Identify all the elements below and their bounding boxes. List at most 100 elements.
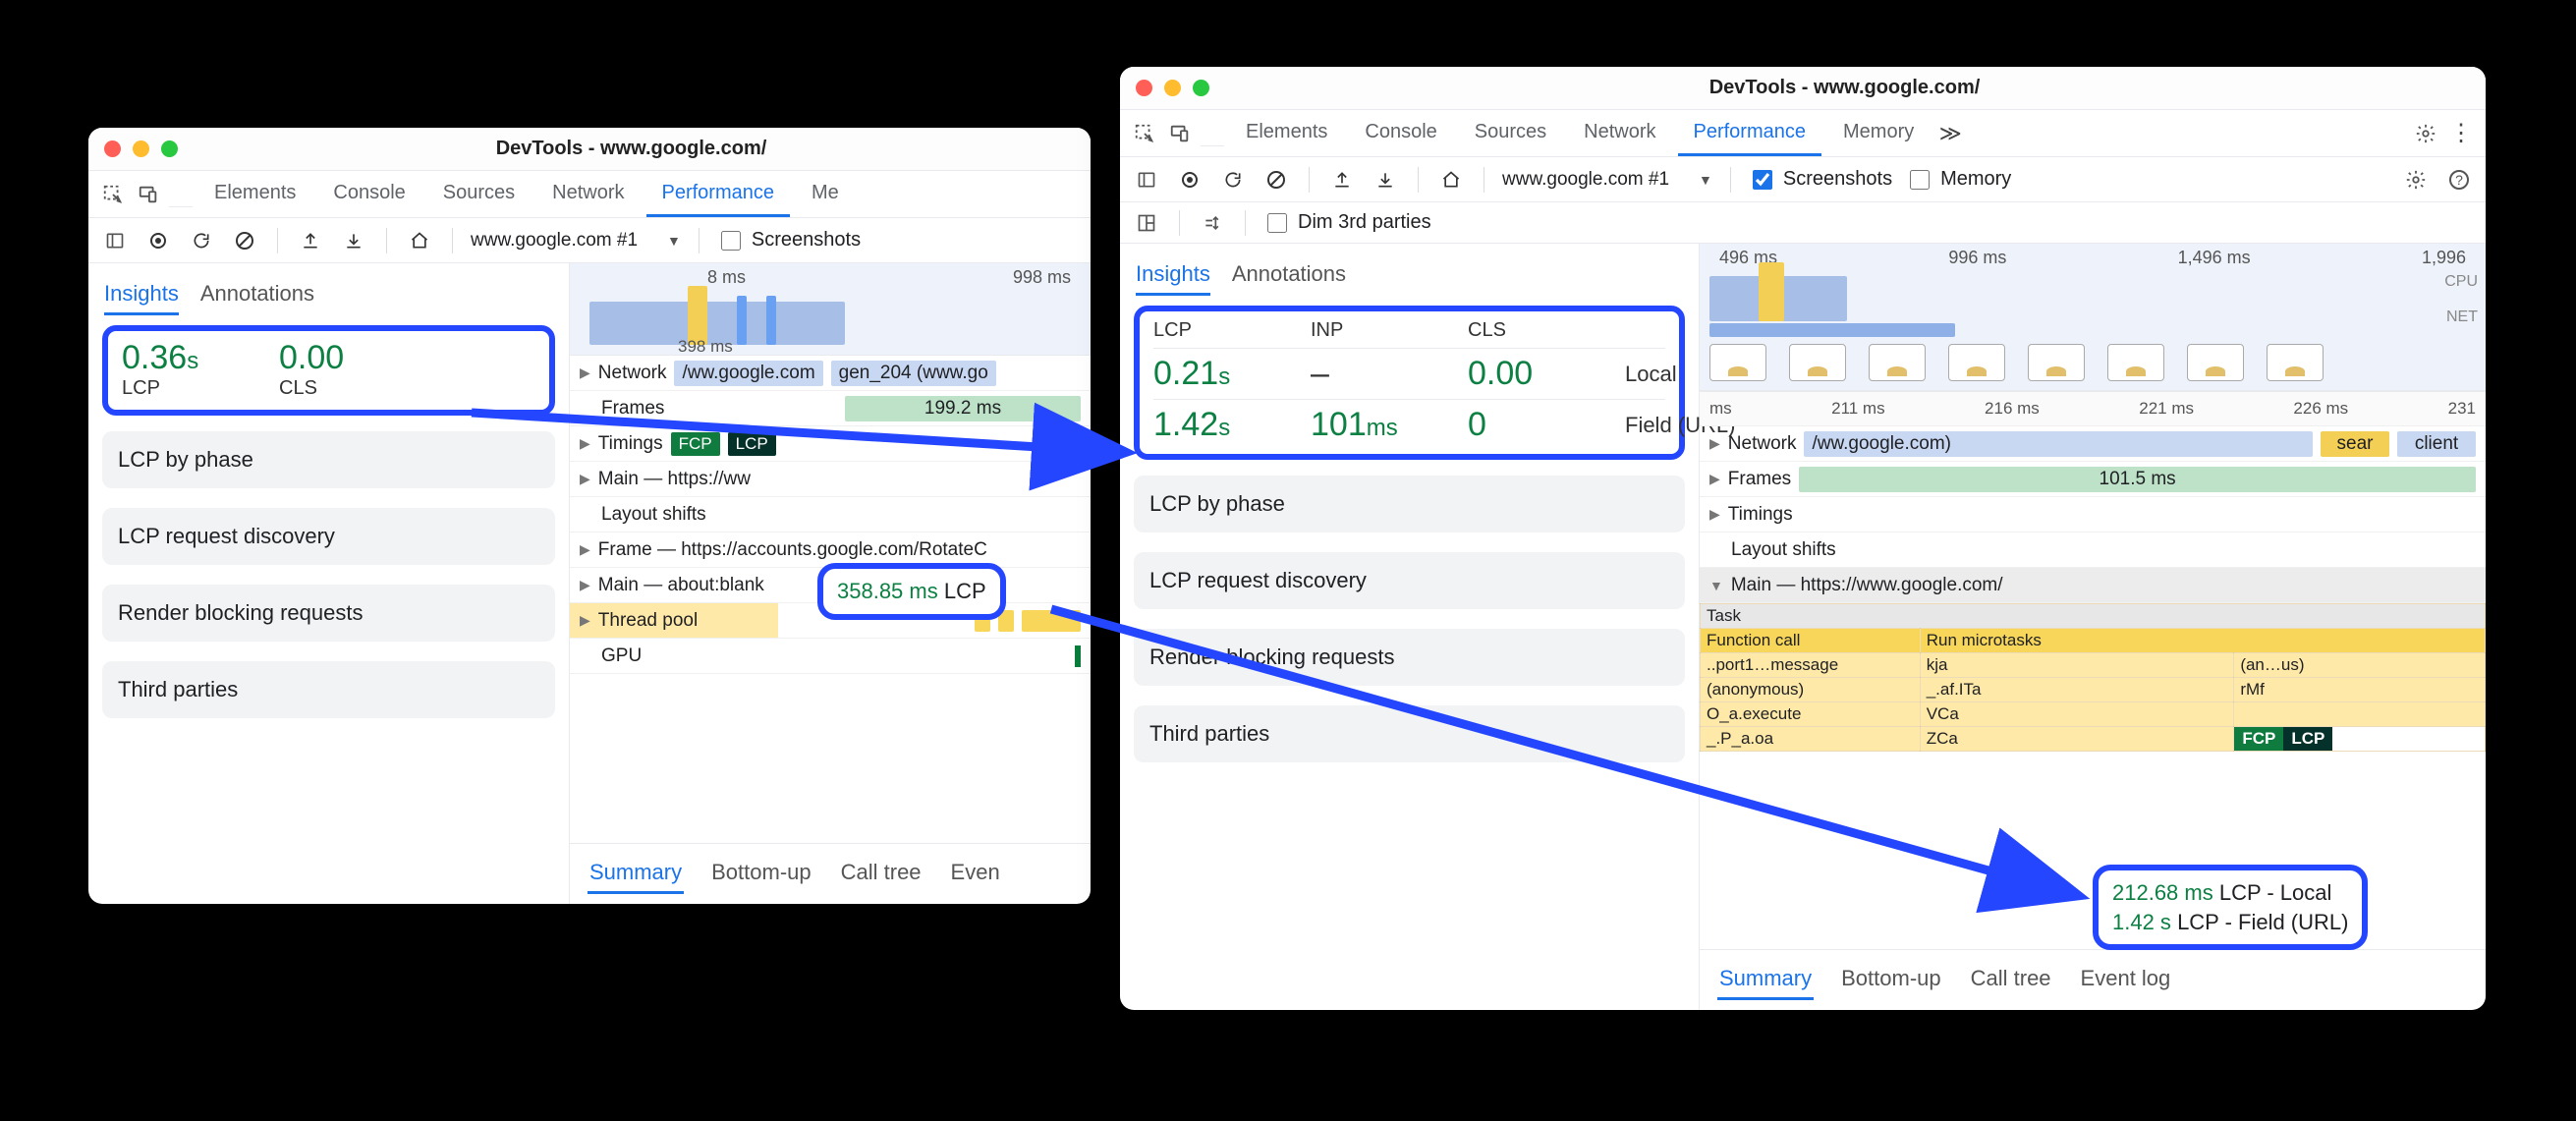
inspect-icon[interactable] (98, 180, 128, 209)
screenshots-checkbox-input[interactable] (1753, 170, 1772, 190)
device-toggle-icon[interactable] (134, 180, 163, 209)
recording-select[interactable]: www.google.com #1 ▼ (1502, 169, 1712, 191)
bottom-tab-event-log-truncated[interactable]: Even (949, 854, 1002, 894)
sidebar-tab-annotations[interactable]: Annotations (200, 275, 314, 315)
track-gpu[interactable]: GPU (570, 639, 1091, 674)
device-toggle-icon[interactable] (1165, 119, 1195, 148)
screenshots-checkbox[interactable]: Screenshots (1749, 167, 1892, 193)
insight-render-blocking[interactable]: Render blocking requests (102, 585, 555, 642)
recording-select[interactable]: www.google.com #1 ▼ (471, 230, 681, 252)
dim-3rd-parties-input[interactable] (1267, 213, 1287, 233)
tab-network[interactable]: Network (1568, 111, 1671, 156)
reload-record-icon[interactable] (1218, 165, 1248, 195)
insight-lcp-request-discovery[interactable]: LCP request discovery (102, 508, 555, 565)
screenshot-filmstrip[interactable] (1709, 334, 2476, 386)
tab-more-truncated[interactable]: Me (796, 172, 855, 217)
insight-third-parties[interactable]: Third parties (102, 661, 555, 718)
tab-console[interactable]: Console (317, 172, 420, 217)
tab-sources[interactable]: Sources (427, 172, 531, 217)
bottom-tab-bottom-up[interactable]: Bottom-up (1839, 960, 1943, 1000)
disclosure-down-icon[interactable]: ▼ (1709, 578, 1723, 593)
zoom-icon[interactable] (161, 140, 178, 157)
record-icon[interactable] (1175, 165, 1204, 195)
screenshot-thumb[interactable] (2267, 344, 2324, 381)
download-icon[interactable] (1371, 165, 1400, 195)
tab-console[interactable]: Console (1349, 111, 1452, 156)
network-item[interactable]: /ww.google.com) (1804, 431, 2313, 457)
screenshots-checkbox-input[interactable] (721, 231, 741, 251)
track-layout-shifts[interactable]: Layout shifts (1700, 532, 2486, 568)
home-icon[interactable] (1436, 165, 1466, 195)
help-icon[interactable]: ? (2444, 165, 2474, 195)
sidebar-tab-annotations[interactable]: Annotations (1232, 255, 1346, 296)
disclosure-icon[interactable]: ▶ (580, 612, 590, 629)
disclosure-icon[interactable]: ▶ (580, 577, 590, 593)
detail-ruler[interactable]: ms 211 ms 216 ms 221 ms 226 ms 231 (1700, 391, 2486, 426)
upload-icon[interactable] (296, 226, 325, 255)
minimize-icon[interactable] (133, 140, 149, 157)
track-network[interactable]: ▶ Network /ww.google.com) sear client (1700, 426, 2486, 462)
tab-elements[interactable]: Elements (198, 172, 311, 217)
tab-sources[interactable]: Sources (1459, 111, 1562, 156)
network-item[interactable]: client (2397, 431, 2476, 457)
screenshots-checkbox[interactable]: Screenshots (717, 228, 861, 253)
download-icon[interactable] (339, 226, 368, 255)
gear-icon[interactable] (2401, 165, 2431, 195)
screenshot-thumb[interactable] (1709, 344, 1766, 381)
track-network[interactable]: ▶ Network /ww.google.com gen_204 (www.go (570, 356, 1091, 391)
flame-cell[interactable]: (an…us) (2234, 653, 2486, 678)
memory-checkbox-input[interactable] (1910, 170, 1930, 190)
bottom-tab-summary[interactable]: Summary (1717, 960, 1814, 1000)
flame-cell[interactable] (2234, 702, 2486, 727)
tab-memory[interactable]: Memory (1827, 111, 1930, 156)
shrink-icon[interactable] (1198, 208, 1227, 238)
sidebar-tab-insights[interactable]: Insights (104, 275, 179, 315)
track-timings[interactable]: ▶ Timings (1700, 497, 2486, 532)
network-item[interactable]: sear (2321, 431, 2389, 457)
kebab-icon[interactable]: ⋮ (2446, 119, 2476, 148)
clear-icon[interactable] (230, 226, 259, 255)
dim-3rd-parties-checkbox[interactable]: Dim 3rd parties (1263, 210, 1431, 236)
track-main[interactable]: ▼ Main — https://www.google.com/ (1700, 568, 2486, 603)
track-frames[interactable]: ▶ Frames 101.5 ms (1700, 462, 2486, 497)
more-tabs-icon[interactable]: ≫ (1935, 119, 1965, 148)
tab-performance[interactable]: Performance (646, 172, 791, 217)
disclosure-icon[interactable]: ▶ (1709, 506, 1720, 523)
tab-performance[interactable]: Performance (1678, 111, 1822, 156)
screenshot-thumb[interactable] (2187, 344, 2244, 381)
bottom-tab-summary[interactable]: Summary (588, 854, 684, 894)
close-icon[interactable] (1136, 80, 1152, 96)
treemap-icon[interactable] (1132, 208, 1161, 238)
screenshot-thumb[interactable] (1869, 344, 1926, 381)
flame-cell[interactable]: rMf (2234, 678, 2486, 702)
bottom-tab-bottom-up[interactable]: Bottom-up (709, 854, 813, 894)
insight-lcp-by-phase[interactable]: LCP by phase (1134, 476, 1685, 532)
clear-icon[interactable] (1261, 165, 1291, 195)
network-item[interactable]: /ww.google.com (674, 361, 822, 386)
zoom-icon[interactable] (1193, 80, 1209, 96)
home-icon[interactable] (405, 226, 434, 255)
tab-network[interactable]: Network (536, 172, 640, 217)
bottom-tab-call-tree[interactable]: Call tree (839, 854, 924, 894)
inspect-icon[interactable] (1130, 119, 1159, 148)
disclosure-icon[interactable]: ▶ (580, 364, 590, 381)
upload-icon[interactable] (1327, 165, 1357, 195)
network-item[interactable]: gen_204 (www.go (831, 361, 996, 386)
record-icon[interactable] (143, 226, 173, 255)
toggle-sidebar-icon[interactable] (1132, 165, 1161, 195)
gear-icon[interactable] (2411, 119, 2440, 148)
bottom-tab-event-log[interactable]: Event log (2079, 960, 2173, 1000)
disclosure-icon[interactable]: ▶ (1709, 471, 1720, 487)
overview-ruler[interactable]: 8 ms 998 ms 398 ms (570, 263, 1091, 356)
screenshot-thumb[interactable] (2107, 344, 2164, 381)
minimize-icon[interactable] (1164, 80, 1181, 96)
reload-record-icon[interactable] (187, 226, 216, 255)
track-layout-shifts[interactable]: Layout shifts (570, 497, 1091, 532)
frame-duration[interactable]: 101.5 ms (1799, 467, 2476, 492)
lcp-badge[interactable]: LCP (2283, 727, 2332, 751)
tab-elements[interactable]: Elements (1230, 111, 1343, 156)
bottom-tab-call-tree[interactable]: Call tree (1969, 960, 2053, 1000)
screenshot-thumb[interactable] (2028, 344, 2085, 381)
fcp-badge[interactable]: FCP (2234, 727, 2283, 751)
memory-checkbox[interactable]: Memory (1906, 167, 2011, 193)
